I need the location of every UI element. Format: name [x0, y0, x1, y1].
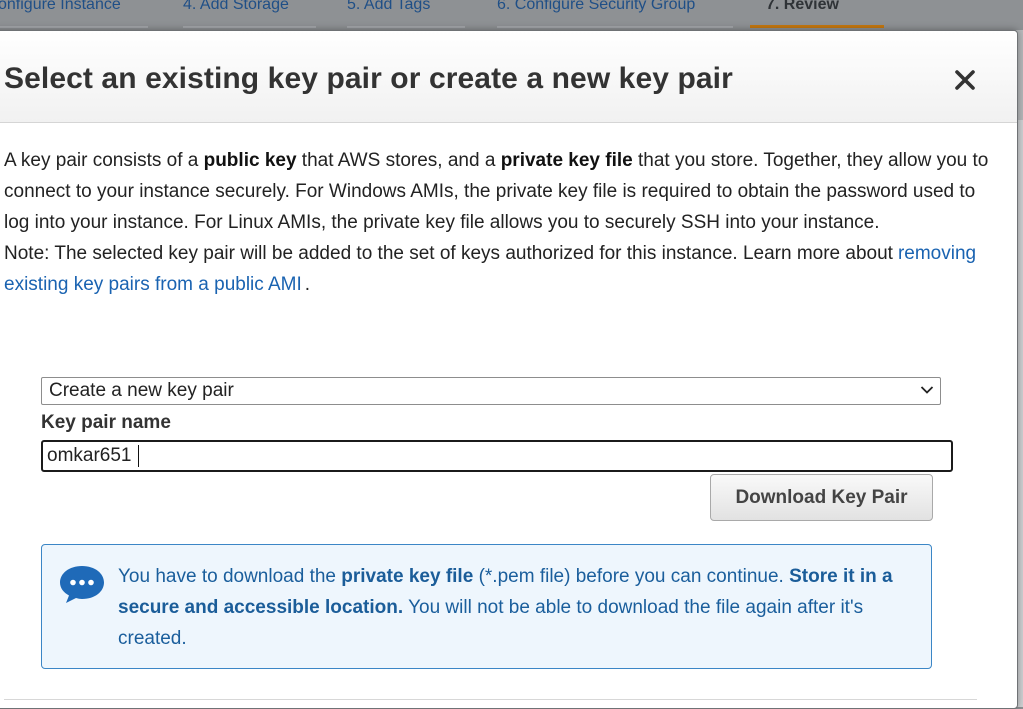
intro-text-2: that AWS stores, and a	[296, 150, 501, 171]
key-pair-name-input[interactable]	[41, 440, 953, 472]
tab-configure-security-group[interactable]: 6. Configure Security Group	[497, 0, 733, 28]
info-private-key-file: private key file	[341, 566, 474, 587]
tab-add-tags[interactable]: 5. Add Tags	[347, 0, 465, 28]
key-pair-name-label: Key pair name	[41, 412, 171, 433]
dialog-body: A key pair consists of a public key that…	[4, 145, 989, 300]
dialog-header: Select an existing key pair or create a …	[0, 31, 1017, 123]
intro-paragraph: A key pair consists of a public key that…	[4, 145, 989, 238]
close-icon[interactable]	[951, 66, 979, 94]
key-pair-dialog: Select an existing key pair or create a …	[0, 30, 1018, 709]
chat-bubble-icon	[60, 566, 104, 603]
text-caret	[138, 445, 139, 467]
tab-configure-instance[interactable]: onfigure Instance	[0, 0, 148, 28]
intro-public-key: public key	[203, 150, 297, 171]
info-text-1: You have to download the	[118, 566, 342, 587]
wizard-tab-strip: onfigure Instance 4. Add Storage 5. Add …	[0, 0, 1023, 30]
intro-private-key-file: private key file	[500, 150, 633, 171]
tab-review[interactable]: 7. Review	[750, 0, 884, 28]
chevron-down-icon	[920, 386, 934, 394]
note-paragraph: Note: The selected key pair will be adde…	[4, 238, 989, 300]
dialog-footer-divider	[4, 699, 977, 700]
info-text-2: (*.pem file) before you can continue.	[473, 566, 790, 587]
key-pair-option-select[interactable]: Create a new key pair	[41, 377, 941, 405]
note-period: .	[304, 274, 311, 295]
note-text: Note: The selected key pair will be adde…	[4, 243, 893, 264]
dialog-title: Select an existing key pair or create a …	[4, 62, 733, 95]
intro-text-1: A key pair consists of a	[4, 150, 204, 171]
download-key-pair-button[interactable]: Download Key Pair	[710, 474, 933, 521]
info-message: You have to download the private key fil…	[118, 561, 926, 654]
tab-add-storage[interactable]: 4. Add Storage	[183, 0, 316, 28]
key-pair-option-value: Create a new key pair	[49, 380, 234, 401]
info-alert: You have to download the private key fil…	[41, 544, 932, 669]
